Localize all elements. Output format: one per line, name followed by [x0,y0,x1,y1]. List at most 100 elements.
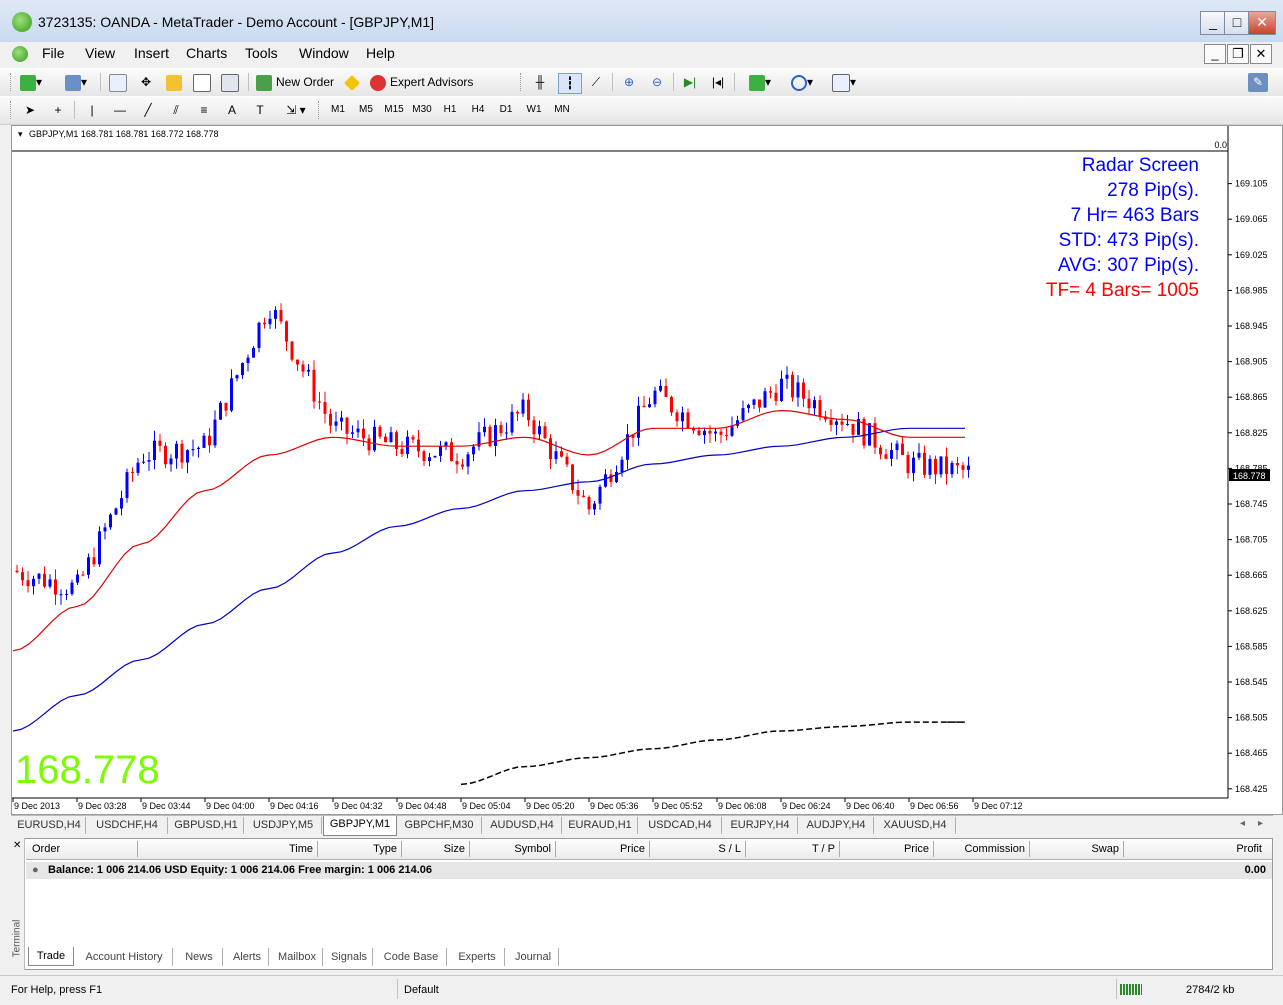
chart-minimize-button[interactable]: _ [1204,44,1226,64]
trendline-icon[interactable]: ╱ [138,101,158,120]
timeframe-m1[interactable]: M1 [325,102,351,118]
timeframe-m30[interactable]: M30 [409,102,435,118]
minimize-button[interactable]: _ [1200,11,1226,35]
column-header-symbol[interactable]: Symbol [470,841,556,857]
horizontal-line-icon[interactable]: — [110,101,130,120]
tab-scroll-right-icon[interactable]: ▸ [1258,818,1263,829]
menu-insert[interactable]: Insert [134,45,169,61]
column-header-profit[interactable]: Profit [1124,841,1266,857]
timeframe-h1[interactable]: H1 [437,102,463,118]
zoom-out-icon[interactable]: ⊖ [647,73,667,92]
terminal-tab-mailbox[interactable]: Mailbox [272,948,323,966]
zoom-in-icon[interactable]: ⊕ [619,73,639,92]
chart-tab-gbpusd-h1[interactable]: GBPUSD,H1 [169,817,244,834]
profiles-icon[interactable]: ▾ [58,73,94,92]
terminal-tab-news[interactable]: News [176,948,223,966]
chart-window[interactable]: 169.105 169.065 169.025 168.985 168.945 168.9… [11,125,1283,815]
crosshair-icon[interactable]: + [48,101,68,120]
cursor-icon[interactable]: ➤ [20,101,40,120]
balance-row[interactable]: ● Balance: 1 006 214.06 USD Equity: 1 00… [26,862,1272,879]
terminal-tab-code-base[interactable]: Code Base [376,948,447,966]
chart-tab-usdjpy-m5[interactable]: USDJPY,M5 [245,817,322,834]
column-header-commission[interactable]: Commission [934,841,1030,857]
terminal-tab-journal[interactable]: Journal [508,948,559,966]
chart-tab-audusd-h4[interactable]: AUDUSD,H4 [483,817,562,834]
bar-chart-icon[interactable]: ╫ [530,73,550,92]
chart-restore-button[interactable]: ❐ [1227,44,1249,64]
terminal-icon[interactable] [192,73,212,92]
terminal-tab-signals[interactable]: Signals [326,948,373,966]
expert-advisors-button[interactable]: Expert Advisors [370,73,480,92]
price-tick-label: 168.865 [1235,392,1268,402]
fibonacci-icon[interactable]: ≡ [194,101,214,120]
connection-status-icon[interactable] [1120,984,1142,995]
chart-header-arrow-icon[interactable]: ▾ [18,129,23,139]
line-chart-icon[interactable]: ⟋ [586,73,606,92]
terminal-close-icon[interactable]: ✕ [13,840,21,851]
column-header-time[interactable]: Time [138,841,318,857]
vertical-line-icon[interactable]: | [82,101,102,120]
timeframe-m15[interactable]: M15 [381,102,407,118]
close-button[interactable]: ✕ [1248,11,1276,35]
column-header-order[interactable]: Order [32,841,138,857]
market-watch-icon[interactable] [108,73,128,92]
chart-tab-gbpjpy-m1[interactable]: GBPJPY,M1 [323,816,397,836]
menu-file[interactable]: File [42,45,65,61]
column-header-swap[interactable]: Swap [1030,841,1124,857]
menu-view[interactable]: View [85,45,115,61]
terminal-tab-account-history[interactable]: Account History [76,948,173,966]
autoscroll-icon[interactable]: ▶| [680,73,700,92]
equidistant-channel-icon[interactable]: ⫽ [166,101,186,120]
candle-body [142,461,145,463]
metaeditor-icon[interactable] [342,73,362,92]
timeframe-mn[interactable]: MN [549,102,575,118]
text-icon[interactable]: A [222,101,242,120]
plot-area[interactable] [12,126,1227,797]
column-header-price[interactable]: Price [556,841,650,857]
templates-icon[interactable]: ▾ [826,73,862,92]
column-header-type[interactable]: Type [318,841,402,857]
chart-tab-usdchf-h4[interactable]: USDCHF,H4 [87,817,168,834]
candlesticks-icon[interactable]: ┇ [558,73,582,94]
column-header-price[interactable]: Price [840,841,934,857]
terminal-tab-alerts[interactable]: Alerts [226,948,269,966]
column-header-t-p[interactable]: T / P [746,841,840,857]
new-order-button[interactable]: New Order [256,73,338,92]
chart-tab-audjpy-h4[interactable]: AUDJPY,H4 [799,817,874,834]
chart-tab-eurusd-h4[interactable]: EURUSD,H4 [13,817,86,834]
chat-icon[interactable]: ✎ [1248,73,1268,92]
new-chart-icon[interactable]: ▾ [18,73,44,92]
data-window-icon[interactable]: ✥ [136,73,156,92]
maximize-button[interactable]: □ [1224,11,1250,35]
indicators-icon[interactable]: ▾ [742,73,778,92]
text-label-icon[interactable]: T [250,101,270,120]
periods-icon[interactable]: ▾ [784,73,820,92]
menu-charts[interactable]: Charts [186,45,227,61]
chart-close-button[interactable]: ✕ [1250,44,1272,64]
timeframe-h4[interactable]: H4 [465,102,491,118]
chart-tab-xauusd-h4[interactable]: XAUUSD,H4 [875,817,956,834]
arrows-icon[interactable]: ⇲ ▾ [278,101,314,120]
column-header-s-l[interactable]: S / L [650,841,746,857]
menu-tools[interactable]: Tools [245,45,278,61]
timeframe-d1[interactable]: D1 [493,102,519,118]
menu-window[interactable]: Window [299,45,349,61]
strategy-tester-icon[interactable] [220,73,240,92]
timeframe-m5[interactable]: M5 [353,102,379,118]
chart-shift-icon[interactable]: |◂| [708,73,728,92]
column-header-size[interactable]: Size [402,841,470,857]
navigator-icon[interactable] [164,73,184,92]
price-tick-label: 168.425 [1235,784,1268,794]
tab-scroll-left-icon[interactable]: ◂ [1240,818,1245,829]
chart-tab-usdcad-h4[interactable]: USDCAD,H4 [639,817,722,834]
timeframe-w1[interactable]: W1 [521,102,547,118]
status-profile[interactable]: Default [404,984,439,996]
chart-tab-gbpchf-m30[interactable]: GBPCHF,M30 [397,817,482,834]
chart-tab-euraud-h1[interactable]: EURAUD,H1 [563,817,638,834]
terminal-tab-experts[interactable]: Experts [450,948,505,966]
menu-help[interactable]: Help [366,45,395,61]
candle-body [725,434,728,436]
chart-tab-eurjpy-h4[interactable]: EURJPY,H4 [723,817,798,834]
price-chart[interactable]: 169.105 169.065 169.025 168.985 168.945 168.9… [12,126,1282,814]
terminal-tab-trade[interactable]: Trade [28,947,74,966]
